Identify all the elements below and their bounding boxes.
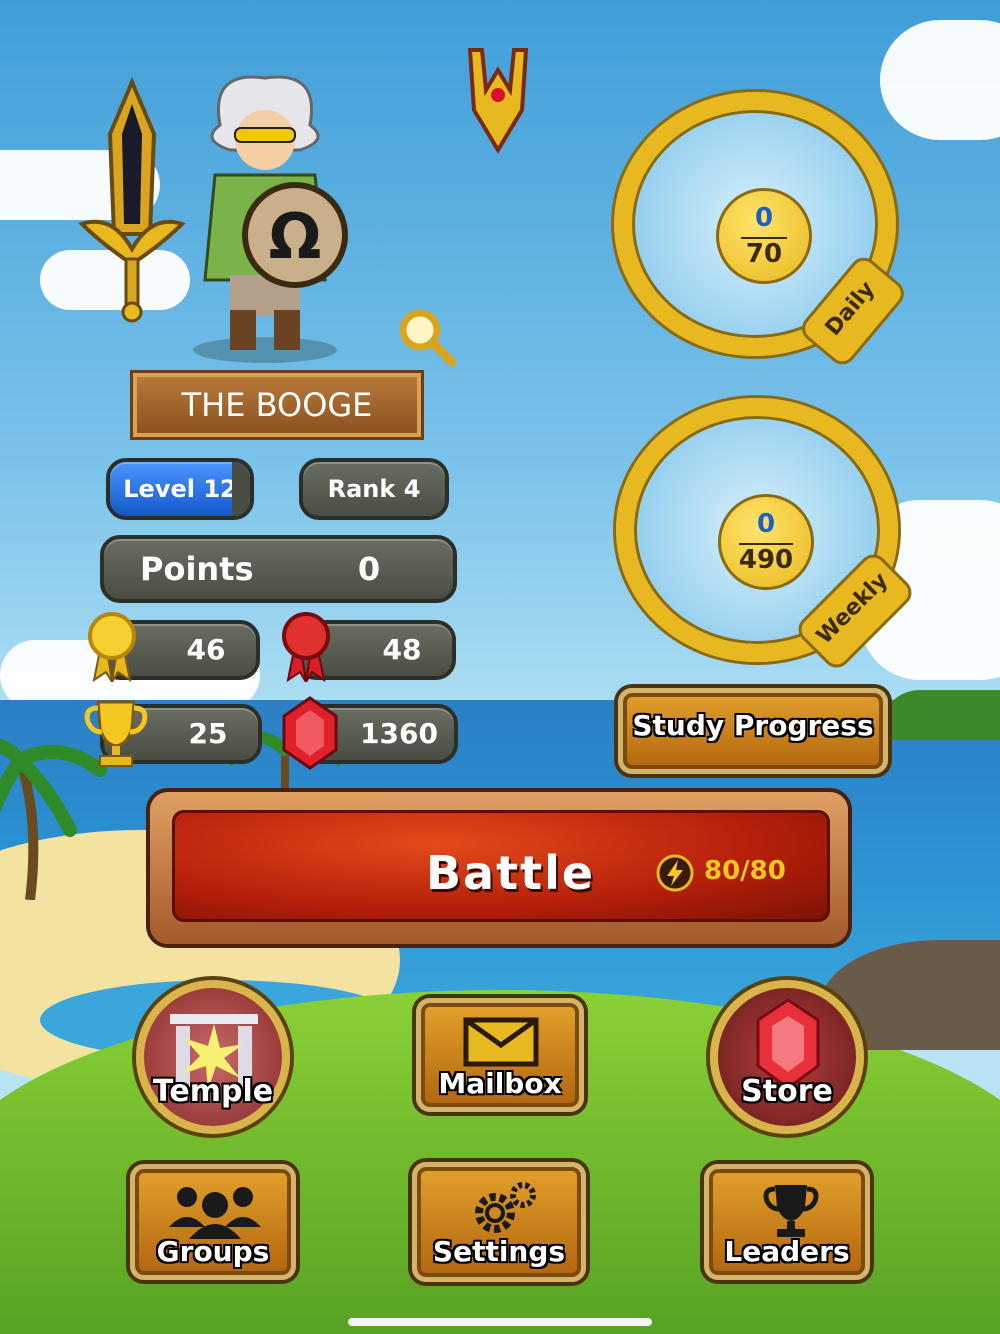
trophy-icon: [84, 700, 148, 767]
hero-avatar: Ω: [193, 75, 348, 363]
weekly-goal-ring[interactable]: 0 490 Weekly: [616, 398, 918, 674]
island: [880, 690, 1000, 740]
level-badge: Level 12: [106, 458, 254, 520]
trophy-icon: [763, 1185, 819, 1237]
group-people-icon: [169, 1187, 261, 1239]
mailbox-button[interactable]: Mailbox: [416, 998, 584, 1112]
settings-label: Settings: [432, 1235, 566, 1268]
store-button[interactable]: Store: [710, 980, 864, 1134]
gold-medal-icon: [88, 612, 136, 682]
temple-button[interactable]: Temple: [136, 980, 290, 1134]
mailbox-label: Mailbox: [438, 1067, 562, 1100]
gold-medal-count: 46: [186, 633, 226, 666]
daily-goal-counter: 0 70: [716, 188, 812, 284]
battle-button-face: Battle 80/80: [172, 810, 830, 922]
energy-counter: 80/80: [704, 856, 786, 886]
settings-button[interactable]: Settings: [412, 1162, 586, 1282]
daily-goal-ring[interactable]: 0 70 Daily: [614, 92, 910, 370]
lightning-icon: [656, 854, 694, 892]
points-label: Points: [140, 550, 254, 588]
gear-icon: [475, 1182, 536, 1233]
player-name-plate: THE BOOGE: [133, 373, 421, 437]
crest-icon[interactable]: [462, 40, 534, 155]
game-home-screen: Ω THE BOOGE Level 12 Rank 4 Points 0 46 …: [0, 0, 1000, 1334]
points-value: 0: [357, 550, 381, 588]
groups-button[interactable]: Groups: [130, 1164, 296, 1280]
sword-icon: [78, 76, 186, 323]
daily-target: 70: [745, 239, 783, 269]
red-ribbon-icon: [282, 612, 330, 682]
battle-label: Battle: [426, 846, 596, 900]
battle-button[interactable]: Battle 80/80: [150, 792, 848, 944]
svg-text:Ω: Ω: [269, 200, 322, 273]
study-progress-label: Study Progress: [632, 709, 874, 742]
red-ribbon-count: 48: [382, 633, 422, 666]
envelope-icon: [463, 1017, 539, 1067]
home-indicator[interactable]: [348, 1318, 652, 1326]
groups-label: Groups: [156, 1235, 270, 1268]
leaders-button[interactable]: Leaders: [704, 1164, 870, 1280]
leaders-label: Leaders: [724, 1235, 850, 1268]
level-label: Level 12: [123, 475, 237, 503]
magnifier-icon[interactable]: [396, 306, 460, 368]
level-progress-remainder: [231, 462, 250, 516]
store-label: Store: [741, 1074, 833, 1109]
gem-count: 1360: [360, 717, 438, 750]
cloud: [880, 20, 1000, 140]
temple-label: Temple: [152, 1074, 274, 1109]
ruby-gem-icon: [282, 696, 338, 770]
trophy-count: 25: [188, 717, 228, 750]
weekly-goal-counter: 0 490: [718, 494, 814, 590]
weekly-target: 490: [738, 545, 794, 575]
study-progress-button[interactable]: Study Progress: [618, 688, 888, 774]
rank-badge: Rank 4: [299, 458, 449, 520]
daily-tag: Daily: [796, 252, 910, 370]
points-panel: Points 0: [100, 535, 457, 603]
daily-current: 0: [754, 203, 774, 233]
weekly-current: 0: [756, 509, 776, 539]
